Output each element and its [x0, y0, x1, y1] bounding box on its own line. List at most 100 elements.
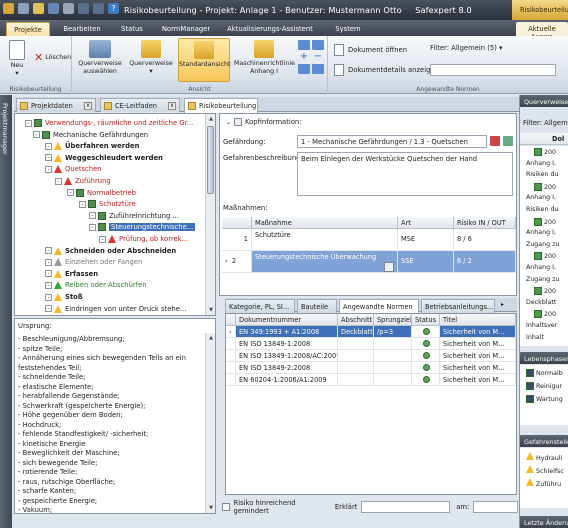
- expand-toggle-icon[interactable]: -: [45, 258, 52, 266]
- querverweise-button[interactable]: Querverweise ▾: [128, 40, 174, 76]
- phase-item[interactable]: Normalb: [526, 369, 563, 377]
- expand-toggle-icon[interactable]: -: [45, 281, 52, 289]
- risk-reduced-checkbox[interactable]: [222, 503, 230, 511]
- cross-reference-item[interactable]: Inhalt: [526, 334, 544, 341]
- querverweise-auswaehlen-button[interactable]: Querverweise auswählen: [78, 40, 122, 76]
- tree-node[interactable]: - Einziehen oder Fangen: [45, 256, 142, 268]
- undo-icon[interactable]: [78, 3, 89, 14]
- origin-scrollbar[interactable]: ▲ ▼: [205, 333, 215, 513]
- filter-input[interactable]: [430, 64, 556, 76]
- col-dokumentnummer[interactable]: Dokumentnummer: [236, 314, 338, 326]
- col-titel[interactable]: Titel: [440, 314, 516, 326]
- hazard-zone-item[interactable]: Hydrauli: [526, 452, 562, 462]
- col-sprungziel[interactable]: Sprungziel: [374, 314, 412, 326]
- open-document-button[interactable]: Dokument öffnen: [334, 44, 407, 56]
- cross-reference-item[interactable]: Anhang I,: [526, 160, 556, 167]
- tab-aktuelle-auswahl[interactable]: Aktuelle Auswa: [516, 22, 568, 41]
- cross-reference-item[interactable]: Risiken du: [526, 171, 558, 178]
- expand-toggle-icon[interactable]: -: [99, 235, 106, 243]
- tree-node[interactable]: - Quetschen: [45, 163, 102, 175]
- redo-icon[interactable]: [93, 3, 104, 14]
- col-status[interactable]: Status: [412, 314, 440, 326]
- edit-measure-icon[interactable]: [384, 262, 394, 272]
- norm-row[interactable]: › EN 349:1993 + A1:2008 Deckblatt/p=3 Siche…: [226, 326, 516, 338]
- tree-node[interactable]: - Normalbetrieb: [67, 187, 136, 199]
- expand-toggle-icon[interactable]: -: [45, 305, 52, 313]
- measure-row[interactable]: 1 Schutztüre MSE 8 / 6: [222, 229, 516, 251]
- document-details-button[interactable]: Dokumentdetails anzeigen: [334, 64, 439, 76]
- cross-reference-item[interactable]: Risiken du: [526, 206, 558, 213]
- edit-hazard-icon[interactable]: [490, 136, 500, 146]
- expand-toggle-icon[interactable]: -: [45, 154, 52, 162]
- cross-reference-item[interactable]: Anhang I,: [526, 264, 556, 271]
- tab-status[interactable]: Status: [112, 22, 152, 36]
- cross-reference-item[interactable]: 200: [534, 182, 556, 191]
- help-icon[interactable]: ?: [108, 3, 119, 14]
- tree-node[interactable]: - Erfassen: [45, 268, 98, 280]
- phase-item[interactable]: Reinigur: [526, 382, 562, 390]
- tab-aktualisierungs-assistent[interactable]: Aktualisierungs-Assistent: [220, 22, 320, 36]
- tree-node[interactable]: - Zuführung: [55, 175, 111, 187]
- cross-reference-item[interactable]: Zugang zu: [526, 276, 559, 283]
- tree-node[interactable]: - Prüfung, ob korrek...: [99, 233, 188, 245]
- right-col-header[interactable]: Dol: [520, 133, 568, 145]
- tree-node[interactable]: - Schneiden oder Abschneiden: [45, 245, 176, 257]
- tab-scroll-right-icon[interactable]: ▸: [501, 301, 504, 308]
- col-abschnitt[interactable]: Abschnitt: [338, 314, 374, 326]
- measure-row-selected[interactable]: › 2 Steuerungstechnische Überwachung SSE…: [222, 251, 516, 273]
- hazard-zone-item[interactable]: Schleifsc: [526, 465, 564, 475]
- date-field[interactable]: [473, 501, 518, 513]
- description-field[interactable]: Beim Einlegen der Werkstücke Quetschen d…: [297, 152, 513, 196]
- tab-bauteile[interactable]: Bauteile: [297, 299, 337, 313]
- tree-node[interactable]: - Reiben oder Abschürfen: [45, 279, 147, 291]
- norm-row[interactable]: EN ISO 13849-2:2008 Sicherheit von M...: [226, 362, 516, 374]
- tree-node[interactable]: - Zuführeinrichtung ...: [89, 210, 179, 222]
- phase-item[interactable]: Wartung: [526, 395, 563, 403]
- tree-node[interactable]: - Weggeschleudert werden: [45, 152, 163, 164]
- expand-toggle-icon[interactable]: -: [45, 142, 52, 150]
- tree-node[interactable]: - Eindringen von unter Druck stehe...: [45, 303, 186, 315]
- pick-hazard-icon[interactable]: [503, 136, 513, 146]
- standardansicht-button[interactable]: Standardansicht: [178, 38, 230, 82]
- expand-toggle-icon[interactable]: -: [79, 200, 86, 208]
- tab-kategorie[interactable]: Kategorie, PL, SI...: [225, 299, 295, 313]
- collapse-icon[interactable]: ⌄: [226, 119, 231, 126]
- expand-toggle-icon[interactable]: -: [89, 212, 96, 220]
- hazard-field[interactable]: 1 - Mechanische Gefährdungen / 1.3 - Que…: [297, 135, 487, 148]
- tab-system[interactable]: System: [326, 22, 370, 36]
- cross-reference-item[interactable]: 200: [534, 310, 556, 319]
- expand-toggle-icon[interactable]: -: [55, 177, 62, 185]
- maschinenrichtlinie-button[interactable]: Maschinenrichtlinie Anhang I: [234, 40, 295, 76]
- col-art[interactable]: Art: [398, 217, 454, 229]
- tree-node[interactable]: - Stoß: [45, 291, 83, 303]
- collapse-icon[interactable]: [298, 40, 310, 50]
- project-manager-sidebar[interactable]: Projektmanager: [0, 95, 12, 528]
- right-filter[interactable]: Filter: Allgemi: [523, 119, 568, 127]
- expand-toggle-icon[interactable]: -: [89, 223, 96, 231]
- cross-reference-item[interactable]: 200: [534, 148, 556, 156]
- cross-reference-item[interactable]: 200: [534, 287, 556, 296]
- expand-toggle-icon[interactable]: -: [33, 131, 40, 139]
- tab-angewandte-normen[interactable]: Angewandte Normen: [339, 299, 419, 314]
- expand-toggle-icon[interactable]: -: [45, 247, 52, 255]
- explained-field[interactable]: [361, 501, 451, 513]
- expand-toggle-icon[interactable]: -: [67, 189, 74, 197]
- doc-tab-ce-leitfaden[interactable]: CE-Leitfaden x: [100, 98, 180, 112]
- tree-node[interactable]: - Schutztüre: [79, 198, 136, 210]
- col-massnahme[interactable]: Maßnahme: [252, 217, 398, 229]
- expand-all-icon[interactable]: [312, 40, 324, 50]
- doc-tab-projektdaten[interactable]: Projektdaten x: [16, 98, 96, 112]
- cross-reference-item[interactable]: Anhang I,: [526, 229, 556, 236]
- cross-reference-item[interactable]: 200: [534, 252, 556, 261]
- norm-row[interactable]: EN 60204-1:2006/A1:2009 Sicherheit von M.…: [226, 374, 516, 386]
- expand-toggle-icon[interactable]: -: [45, 165, 52, 173]
- cross-reference-item[interactable]: Deckblatt: [526, 299, 556, 306]
- expand-toggle-icon[interactable]: -: [45, 293, 52, 301]
- cross-reference-item[interactable]: 200: [534, 217, 556, 226]
- plus-icon[interactable]: +: [298, 52, 310, 62]
- norm-row[interactable]: EN ISO 13849-1:2008 Sicherheit von M...: [226, 338, 516, 350]
- col-risiko[interactable]: Risiko IN / OUT: [454, 217, 516, 229]
- tree-node[interactable]: - Mechanische Gefährdungen: [33, 129, 148, 141]
- tree-node[interactable]: - Überfahren werden: [45, 140, 139, 152]
- tree-node[interactable]: - Verwendungs-, räumliche und zeitliche G…: [25, 117, 193, 129]
